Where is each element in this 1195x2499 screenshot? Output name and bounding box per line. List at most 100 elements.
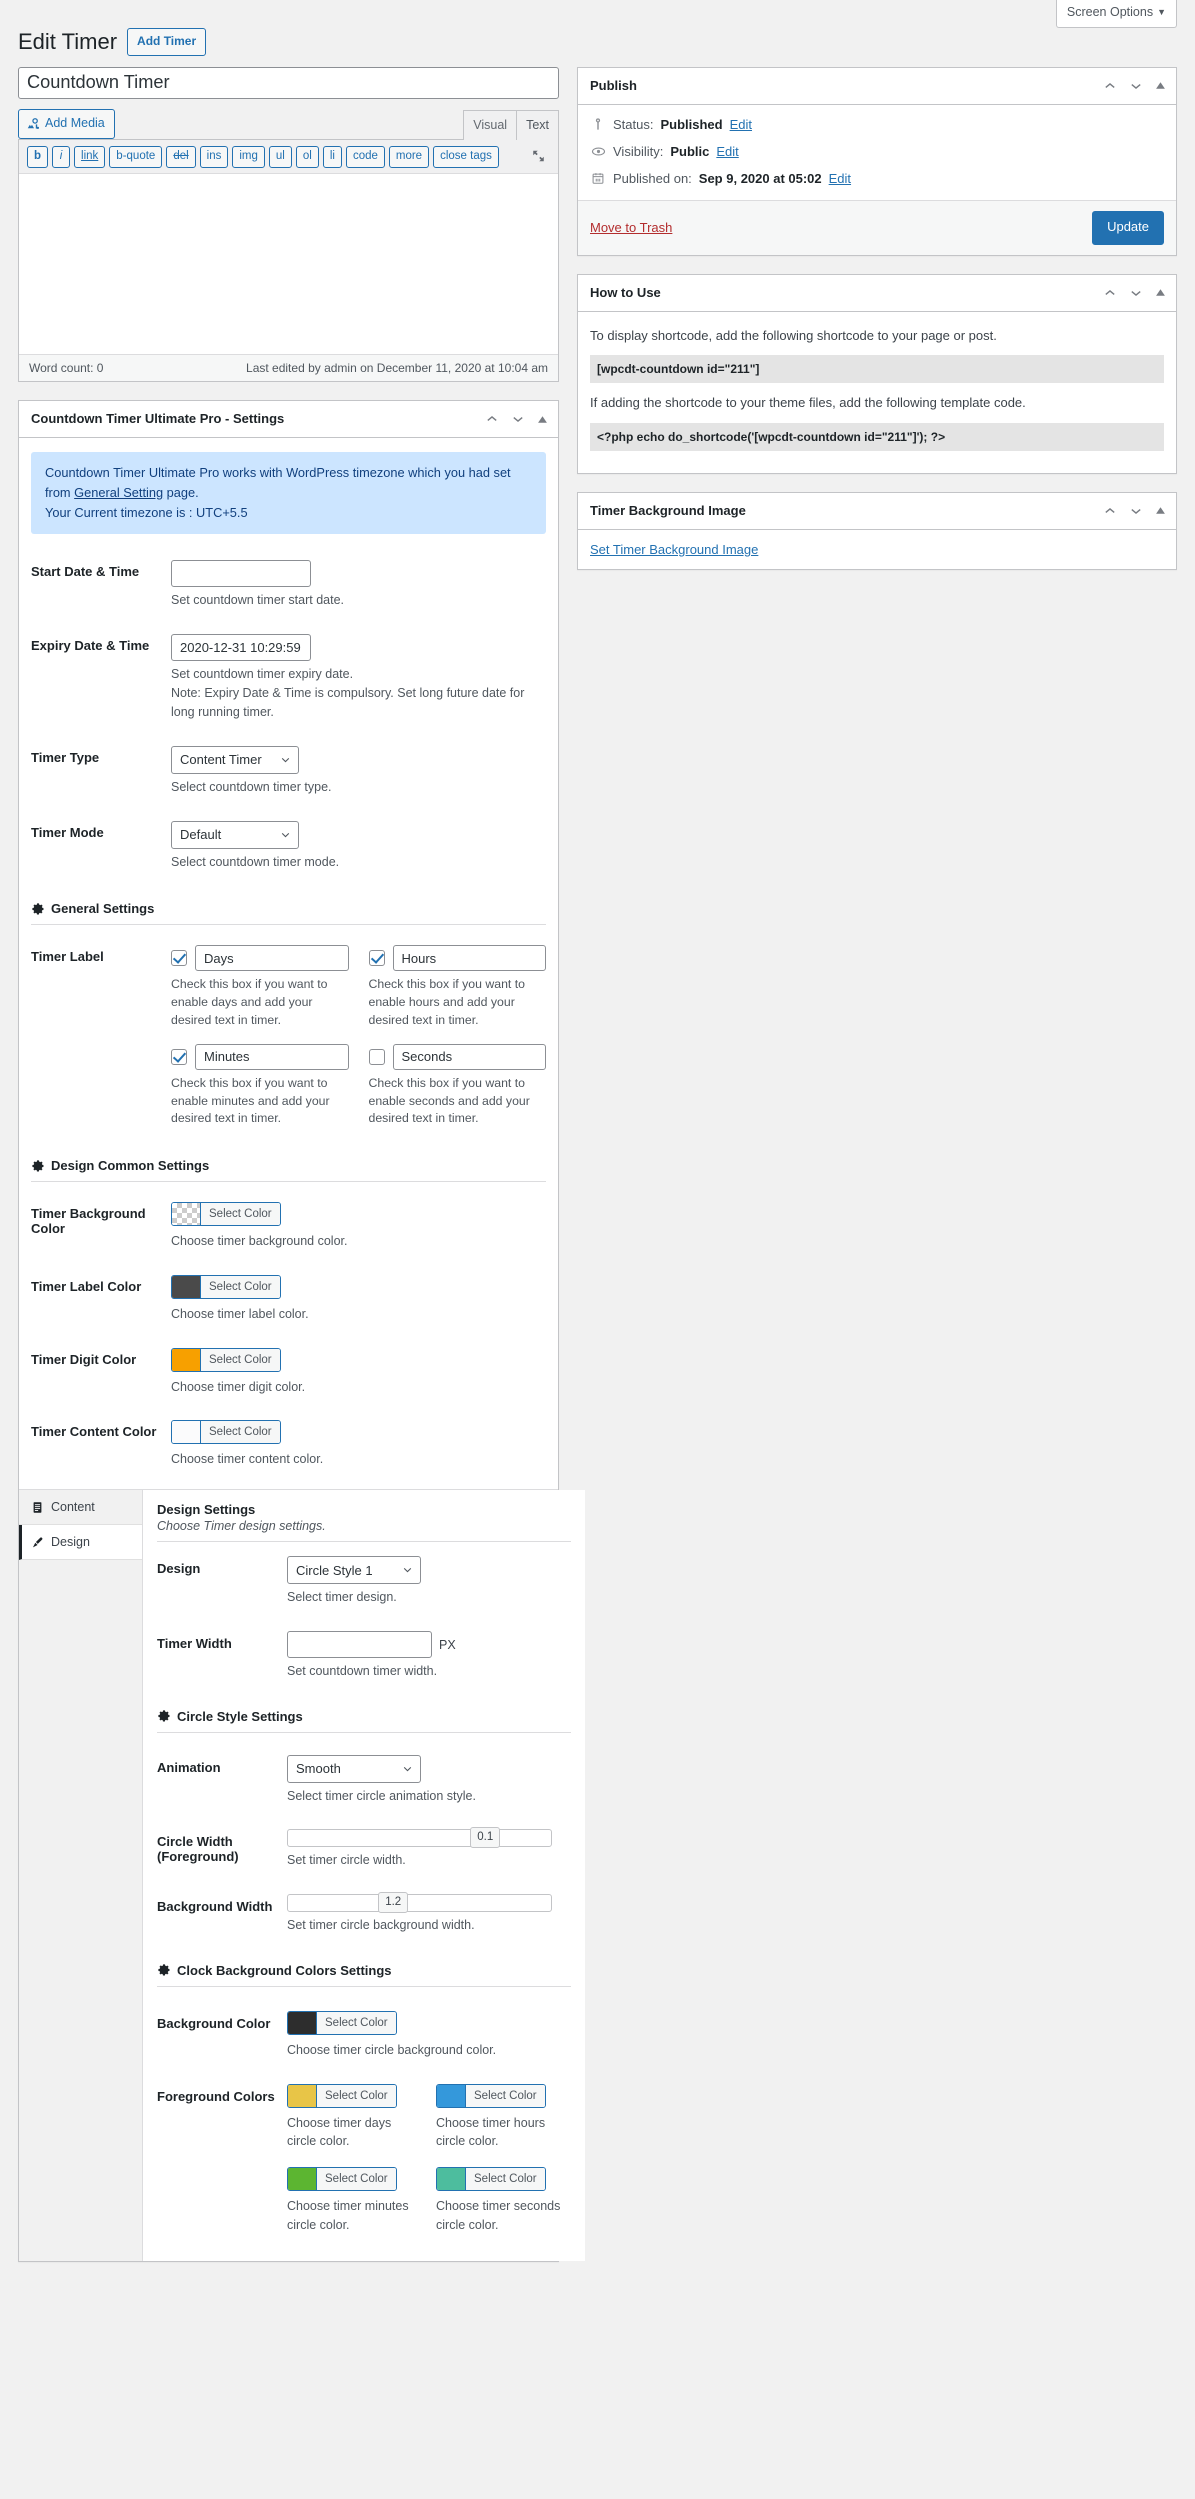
- timer-type-select[interactable]: Content Timer: [171, 745, 299, 774]
- quicktag-b[interactable]: b: [27, 145, 49, 169]
- field-foreground-colors: Foreground Colors Select Color Choose ti…: [157, 2074, 571, 2241]
- timer-mode-select[interactable]: Default: [171, 820, 299, 849]
- timer-label-color-desc: Choose timer label color.: [171, 1306, 309, 1321]
- quicktag-more[interactable]: more: [388, 145, 430, 169]
- move-down-icon[interactable]: [511, 412, 525, 426]
- toggle-panel-icon[interactable]: [537, 414, 548, 425]
- timer-content-color-button[interactable]: Select Color: [171, 1420, 281, 1445]
- start-date-input[interactable]: [171, 559, 311, 587]
- design-select[interactable]: Circle Style 1: [287, 1556, 421, 1585]
- visibility-edit-link[interactable]: Edit: [716, 144, 738, 159]
- timer-width-input[interactable]: [287, 1630, 432, 1658]
- quicktag-ol[interactable]: ol: [295, 145, 319, 169]
- update-button[interactable]: Update: [1092, 210, 1164, 245]
- quicktag-del[interactable]: del: [166, 145, 196, 169]
- timer-label-row-2: Check this box if you want to enable min…: [171, 1043, 546, 1128]
- chevron-down-icon: ▼: [1157, 7, 1166, 17]
- seconds-text-input[interactable]: [392, 1043, 546, 1070]
- timer-digit-color-button[interactable]: Select Color: [171, 1347, 281, 1372]
- quicktag-ins[interactable]: ins: [199, 145, 229, 169]
- field-timer-digit-color: Timer Digit Color Select Color Choose ti…: [31, 1340, 546, 1413]
- days-text-input[interactable]: [195, 945, 349, 972]
- visibility-value: Public: [670, 143, 710, 159]
- add-timer-button[interactable]: Add Timer: [127, 28, 207, 57]
- quicktag-li[interactable]: li: [322, 145, 342, 169]
- post-status-icon: [590, 117, 606, 131]
- settings-metabox: Countdown Timer Ultimate Pro - Settings …: [18, 400, 585, 2262]
- timer-mode-label: Timer Mode: [31, 824, 104, 840]
- seconds-circle-color: Select Color Choose timer seconds circle…: [436, 2167, 571, 2235]
- days-checkbox[interactable]: [171, 950, 187, 967]
- timer-width-unit: PX: [439, 1637, 456, 1652]
- published-label: Published on:: [613, 170, 692, 186]
- general-setting-link[interactable]: General Setting: [74, 485, 163, 500]
- select-color-label: Select Color: [465, 2084, 545, 2107]
- status-edit-link[interactable]: Edit: [730, 117, 752, 132]
- toggle-panel-icon[interactable]: [1155, 287, 1166, 298]
- last-edited: Last edited by admin on December 11, 202…: [246, 361, 548, 376]
- add-media-button[interactable]: Add Media: [18, 108, 115, 139]
- set-timer-background-image-link[interactable]: Set Timer Background Image: [590, 542, 758, 557]
- animation-select[interactable]: Smooth: [287, 1754, 421, 1783]
- quicktag-code[interactable]: code: [345, 145, 385, 169]
- editor-textarea[interactable]: [19, 173, 558, 355]
- minutes-circle-color-button[interactable]: Select Color: [287, 2167, 397, 2192]
- move-down-icon[interactable]: [1129, 79, 1143, 93]
- timer-bg-image-body: Set Timer Background Image: [578, 530, 1176, 569]
- quicktag-close-tags[interactable]: close tags: [433, 145, 499, 169]
- field-clock-background-color: Background Color Select Color Choose tim…: [157, 1993, 571, 2074]
- timer-label-seconds: Check this box if you want to enable sec…: [368, 1043, 546, 1128]
- minutes-checkbox[interactable]: [171, 1048, 187, 1065]
- timer-label-color-button[interactable]: Select Color: [171, 1274, 281, 1299]
- move-down-icon[interactable]: [1129, 504, 1143, 518]
- quicktag-ul[interactable]: ul: [268, 145, 292, 169]
- clock-bg-color-button[interactable]: Select Color: [287, 2010, 397, 2035]
- sidebar-item-content[interactable]: Content: [19, 1490, 142, 1526]
- move-to-trash-link[interactable]: Move to Trash: [590, 220, 672, 235]
- animation-desc: Select timer circle animation style.: [287, 1788, 476, 1803]
- move-down-icon[interactable]: [1129, 286, 1143, 300]
- design-settings-heading: Design Settings: [157, 1502, 256, 1518]
- sidebar-item-design[interactable]: Design: [19, 1525, 142, 1561]
- color-swatch: [437, 2084, 465, 2107]
- published-edit-link[interactable]: Edit: [829, 171, 851, 186]
- section-divider: [157, 1985, 571, 1987]
- fullscreen-icon[interactable]: [531, 149, 546, 164]
- gear-icon: [157, 1709, 171, 1723]
- timer-title-input[interactable]: [18, 66, 559, 99]
- hours-text-input[interactable]: [392, 945, 546, 972]
- tab-visual[interactable]: Visual: [463, 109, 518, 140]
- move-up-icon[interactable]: [1103, 286, 1117, 300]
- seconds-checkbox[interactable]: [368, 1048, 385, 1065]
- hours-checkbox[interactable]: [368, 950, 385, 967]
- move-up-icon[interactable]: [1103, 79, 1117, 93]
- seconds-circle-color-button[interactable]: Select Color: [436, 2167, 546, 2192]
- timer-content-color-desc: Choose timer content color.: [171, 1452, 324, 1467]
- background-width-slider[interactable]: 1.2: [287, 1892, 552, 1914]
- quicktag-i[interactable]: i: [52, 145, 71, 169]
- tab-text[interactable]: Text: [517, 109, 559, 140]
- circle-width-handle[interactable]: 0.1: [470, 1827, 501, 1849]
- hours-circle-color-button[interactable]: Select Color: [436, 2083, 546, 2108]
- quicktag-link[interactable]: link: [74, 145, 106, 169]
- days-circle-color-button[interactable]: Select Color: [287, 2083, 397, 2108]
- clock-bg-colors-heading: Clock Background Colors Settings: [157, 1963, 571, 1986]
- screen-options-button[interactable]: Screen Options ▼: [1055, 0, 1177, 28]
- seconds-circle-color-desc: Choose timer seconds circle color.: [436, 2199, 561, 2232]
- section-divider: [31, 1181, 546, 1183]
- toggle-panel-icon[interactable]: [1155, 505, 1166, 516]
- move-up-icon[interactable]: [1103, 504, 1117, 518]
- circle-width-slider[interactable]: 0.1: [287, 1827, 552, 1849]
- editor-status-bar: Word count: 0 Last edited by admin on De…: [19, 354, 558, 382]
- field-timer-type: Timer Type Content Timer Select countdow…: [31, 738, 546, 813]
- timer-digit-color-label: Timer Digit Color: [31, 1351, 137, 1367]
- quicktag-bquote[interactable]: b-quote: [109, 145, 163, 169]
- move-up-icon[interactable]: [485, 412, 499, 426]
- quicktag-img[interactable]: img: [232, 145, 265, 169]
- timer-bg-color-button[interactable]: Select Color: [171, 1202, 281, 1227]
- howto-paragraph-1: To display shortcode, add the following …: [590, 327, 997, 343]
- background-width-handle[interactable]: 1.2: [378, 1892, 409, 1914]
- minutes-text-input[interactable]: [195, 1043, 349, 1070]
- toggle-panel-icon[interactable]: [1155, 80, 1166, 91]
- expiry-date-input[interactable]: [171, 633, 311, 661]
